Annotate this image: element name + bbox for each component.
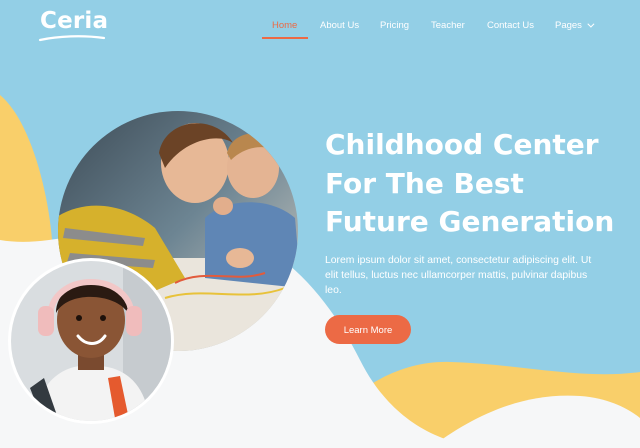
hero-description: Lorem ipsum dolor sit amet, consectetur … — [325, 255, 592, 296]
nav-item-about-us[interactable]: About Us — [320, 20, 359, 31]
hero-photo-girl-headphones — [8, 258, 174, 424]
nav-item-pages[interactable]: Pages — [555, 20, 595, 31]
chevron-down-icon — [587, 20, 595, 28]
hero-title-line-2: For The Best — [325, 166, 524, 200]
logo-swoosh-icon — [38, 35, 106, 42]
brand-logo[interactable]: Ceria — [40, 8, 108, 34]
nav-item-teacher[interactable]: Teacher — [431, 20, 465, 31]
nav-active-indicator — [262, 37, 308, 39]
learn-more-button[interactable]: Learn More — [325, 315, 411, 344]
nav-item-contact-us[interactable]: Contact Us — [487, 20, 534, 31]
hero-title-line-3: Future Generation — [325, 205, 615, 238]
nav-item-pricing[interactable]: Pricing — [380, 20, 409, 31]
hero-title-line-1: Childhood Center — [325, 128, 599, 161]
site-header: Ceria Home About Us Pricing Teacher Cont… — [0, 0, 640, 56]
hero-title: Childhood Center For The Best Future Gen… — [325, 126, 625, 242]
nav-item-pages-label: Pages — [555, 20, 582, 31]
nav-item-home[interactable]: Home — [272, 20, 297, 31]
